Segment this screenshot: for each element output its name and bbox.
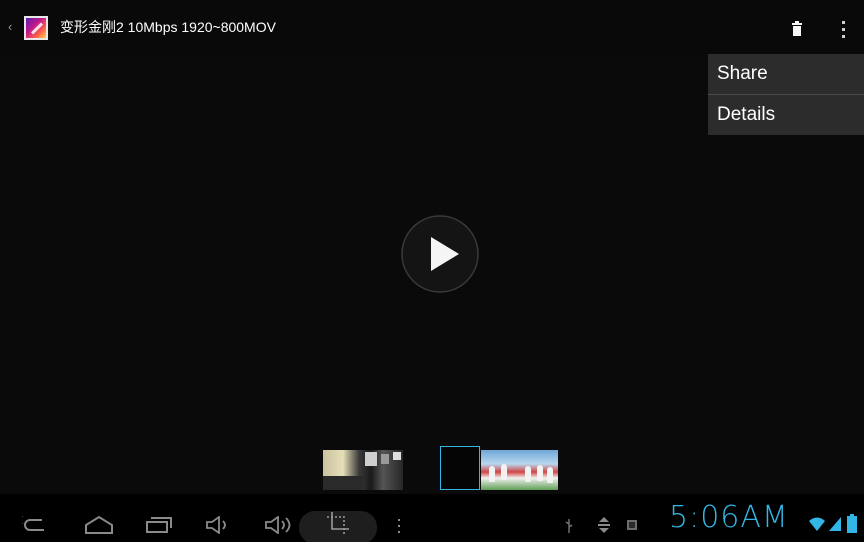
overflow-menu: Share Details [708, 54, 864, 135]
cheerleaders-thumbnail[interactable] [481, 450, 558, 490]
battery-icon[interactable] [847, 514, 857, 533]
overflow-menu-icon[interactable] [836, 18, 850, 40]
menu-dots-icon[interactable] [396, 518, 402, 534]
recent-apps-icon[interactable] [145, 516, 173, 534]
home-icon[interactable] [84, 515, 114, 535]
signal-icon[interactable] [828, 516, 842, 532]
selected-empty-thumbnail[interactable] [440, 446, 480, 490]
up-caret-icon[interactable]: ‹ [8, 19, 12, 35]
filmstrip [0, 443, 864, 493]
menu-item-details[interactable]: Details [708, 95, 864, 135]
usb-icon[interactable] [564, 518, 574, 534]
action-bar: ‹ 变形金刚2 10Mbps 1920~800MOV [0, 0, 864, 54]
video-frame-thumbnail[interactable] [323, 450, 403, 490]
video-title: 变形金刚2 10Mbps 1920~800MOV [60, 19, 276, 35]
screenshot-crop-icon[interactable] [326, 511, 350, 535]
volume-down-icon[interactable] [205, 516, 231, 534]
usb-debug-icon[interactable] [596, 516, 612, 534]
system-bar: 5:06AM [0, 494, 864, 542]
wifi-icon[interactable] [808, 516, 826, 532]
menu-item-share[interactable]: Share [708, 54, 864, 94]
back-icon[interactable] [22, 516, 48, 534]
sd-card-icon[interactable] [626, 519, 638, 531]
gallery-photo-icon[interactable] [24, 16, 48, 40]
status-clock[interactable]: 5:06AM [669, 500, 789, 536]
volume-up-icon[interactable] [264, 516, 294, 534]
play-button[interactable] [401, 215, 479, 293]
trash-icon[interactable] [790, 18, 804, 40]
gallery-video-screen: ‹ 变形金刚2 10Mbps 1920~800MOV Share Details [0, 0, 864, 542]
